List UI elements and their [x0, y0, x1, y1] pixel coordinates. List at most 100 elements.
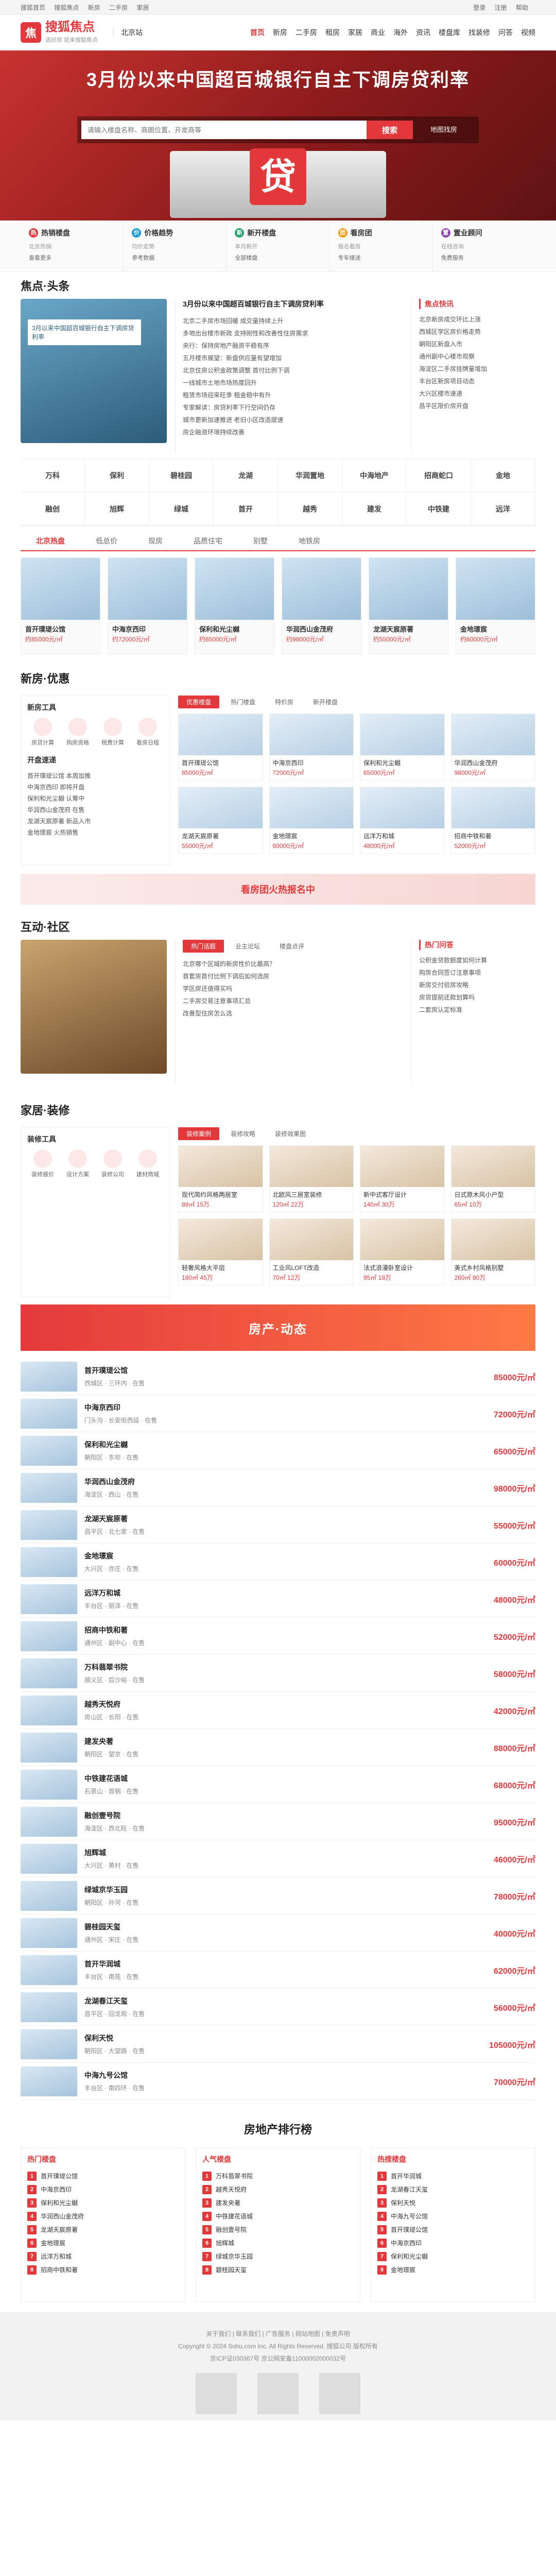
- listing-row[interactable]: 首开华润城 丰台区 · 南苑 · 在售 62000元/㎡: [21, 1952, 535, 1989]
- case-card[interactable]: 美式乡村风格别墅 260㎡ 80万: [450, 1218, 535, 1285]
- city-selector[interactable]: 北京站: [113, 27, 143, 38]
- rank-item[interactable]: 8 招商中铁和著: [27, 2263, 179, 2277]
- subtab[interactable]: 特价房: [267, 696, 302, 708]
- listing-row[interactable]: 旭辉城 大兴区 · 黄村 · 在售 46000元/㎡: [21, 1840, 535, 1877]
- topic-item[interactable]: 学区房还值得买吗: [183, 982, 404, 995]
- case-card[interactable]: 工业风LOFT改造 70㎡ 12万: [269, 1218, 354, 1285]
- news-cover-image[interactable]: 3月以来中国超百城银行自主下调房贷利率: [21, 299, 167, 443]
- stat-card[interactable]: 团看房团 报名看房 专车接送: [330, 221, 433, 272]
- launch-item[interactable]: 金地璟宸 火热销售: [27, 827, 163, 838]
- property-card[interactable]: 保利和光尘樾 约65000元/㎡: [195, 557, 274, 654]
- brand-logo[interactable]: 旭辉: [85, 493, 149, 526]
- tool-design[interactable]: 设计方案: [62, 1149, 93, 1178]
- listing-card[interactable]: 首开璞瑅公馆 85000元/㎡: [178, 714, 263, 781]
- launch-item[interactable]: 龙湖天宸原著 新品入市: [27, 816, 163, 827]
- rank-item[interactable]: 7 绿城京华玉园: [202, 2250, 354, 2263]
- topic-item[interactable]: 北京哪个区域的新房性价比最高？: [183, 958, 404, 970]
- subtab[interactable]: 热门楼盘: [222, 696, 264, 708]
- flash-item[interactable]: 朝阳区新盘入市: [419, 338, 535, 350]
- listing-row[interactable]: 中海九号公馆 丰台区 · 南四环 · 在售 70000元/㎡: [21, 2063, 535, 2100]
- launch-item[interactable]: 中海京西印 即将开盘: [27, 782, 163, 793]
- subtab[interactable]: 优惠楼盘: [178, 696, 220, 708]
- nav-item[interactable]: 商业: [371, 27, 385, 38]
- rank-item[interactable]: 6 中海京西印: [377, 2236, 529, 2250]
- brand-logo[interactable]: 融创: [21, 493, 85, 526]
- map-search-button[interactable]: 地图找房: [413, 121, 475, 139]
- nav-item[interactable]: 新房: [273, 27, 287, 38]
- property-card[interactable]: 龙湖天宸原著 约55000元/㎡: [369, 557, 448, 654]
- nav-item[interactable]: 海外: [393, 27, 408, 38]
- listing-row[interactable]: 华润西山金茂府 海淀区 · 西山 · 在售 98000元/㎡: [21, 1469, 535, 1506]
- brand-logo[interactable]: 中铁建: [407, 493, 471, 526]
- subtab[interactable]: 业主论坛: [227, 940, 268, 953]
- flash-item[interactable]: 海淀区二手房挂牌量增加: [419, 363, 535, 375]
- rank-item[interactable]: 2 越秀天悦府: [202, 2183, 354, 2196]
- rank-item[interactable]: 6 旭辉城: [202, 2236, 354, 2250]
- brand-logo[interactable]: 远洋: [471, 493, 535, 526]
- brand-logo[interactable]: 万科: [21, 459, 85, 493]
- rank-item[interactable]: 1 首开华润城: [377, 2170, 529, 2183]
- news-item[interactable]: 北京二手房市场回暖 成交量持续上升: [183, 315, 404, 327]
- news-item[interactable]: 租赁市场迎来旺季 租金稳中有升: [183, 389, 404, 401]
- rank-item[interactable]: 6 金地璟宸: [27, 2236, 179, 2250]
- listing-row[interactable]: 龙湖春江天玺 昌平区 · 回龙观 · 在售 56000元/㎡: [21, 1989, 535, 2026]
- tool-quote[interactable]: 装修报价: [27, 1149, 58, 1178]
- news-item[interactable]: 多地出台楼市新政 支持刚性和改善性住房需求: [183, 327, 404, 340]
- tool-tax[interactable]: 税费计算: [97, 718, 128, 747]
- search-button[interactable]: 搜索: [367, 121, 413, 139]
- qa-item[interactable]: 公积金贷款额度如何计算: [419, 954, 535, 967]
- rank-item[interactable]: 5 融创壹号院: [202, 2223, 354, 2236]
- brand-logo[interactable]: 建发: [342, 493, 407, 526]
- footer-links[interactable]: 关于我们 | 联系我们 | 广告服务 | 网站地图 | 免责声明: [21, 2328, 535, 2340]
- listing-row[interactable]: 碧桂园天玺 通州区 · 宋庄 · 在售 40000元/㎡: [21, 1914, 535, 1952]
- dynamics-banner[interactable]: 房产·动态: [21, 1304, 535, 1351]
- rank-item[interactable]: 4 中铁建花语城: [202, 2210, 354, 2223]
- case-card[interactable]: 轻奢风格大平层 180㎡ 45万: [178, 1218, 263, 1285]
- top-link[interactable]: 新房: [88, 4, 100, 11]
- nav-item[interactable]: 租房: [325, 27, 340, 38]
- rank-item[interactable]: 7 远洋万和城: [27, 2250, 179, 2263]
- rank-item[interactable]: 4 华润西山金茂府: [27, 2210, 179, 2223]
- listing-row[interactable]: 保利天悦 朝阳区 · 大望路 · 在售 105000元/㎡: [21, 2026, 535, 2063]
- topic-item[interactable]: 改善型住房怎么选: [183, 1007, 404, 1020]
- property-card[interactable]: 金地璟宸 约60000元/㎡: [456, 557, 535, 654]
- stat-card[interactable]: 新新开楼盘 本月新开 全部楼盘: [227, 221, 330, 272]
- listing-row[interactable]: 越秀天悦府 房山区 · 长阳 · 在售 42000元/㎡: [21, 1692, 535, 1729]
- tab-hot[interactable]: 北京热盘: [21, 531, 80, 550]
- news-item[interactable]: 北京住房公积金政策调整 首付比例下调: [183, 364, 404, 377]
- listing-row[interactable]: 远洋万和城 丰台区 · 丽泽 · 在售 48000元/㎡: [21, 1581, 535, 1618]
- stat-card[interactable]: 置置业顾问 在线咨询 免费服务: [433, 221, 535, 272]
- stat-card[interactable]: 价价格趋势 均价走势 参考数据: [124, 221, 227, 272]
- subtab[interactable]: 热门话题: [183, 940, 224, 953]
- stat-card[interactable]: 热热销楼盘 北京热销 查看更多: [21, 221, 124, 272]
- nav-item[interactable]: 家居: [348, 27, 362, 38]
- qa-item[interactable]: 新房交付验房攻略: [419, 979, 535, 991]
- listing-row[interactable]: 招商中铁和著 通州区 · 副中心 · 在售 52000元/㎡: [21, 1618, 535, 1655]
- top-link[interactable]: 搜狐首页: [21, 4, 45, 11]
- news-item[interactable]: 专家解读：房贷利率下行空间仍存: [183, 401, 404, 414]
- topic-item[interactable]: 二手房交易注意事项汇总: [183, 995, 404, 1007]
- rank-item[interactable]: 1 首开璞瑅公馆: [27, 2170, 179, 2183]
- brand-logo[interactable]: 绿城: [149, 493, 214, 526]
- nav-item[interactable]: 二手房: [296, 27, 317, 38]
- brand-logo[interactable]: 中海地产: [342, 459, 407, 493]
- listing-row[interactable]: 融创壹号院 海淀区 · 西北旺 · 在售 95000元/㎡: [21, 1803, 535, 1840]
- community-image[interactable]: [21, 940, 167, 1074]
- flash-item[interactable]: 西城区学区房价格走势: [419, 326, 535, 338]
- news-item[interactable]: 房企融资环境持续改善: [183, 426, 404, 438]
- rank-item[interactable]: 3 建发央著: [202, 2196, 354, 2210]
- register-link[interactable]: 注册: [495, 4, 507, 11]
- news-item[interactable]: 一线城市土地市场热度回升: [183, 377, 404, 389]
- help-link[interactable]: 帮助: [516, 4, 528, 11]
- nav-item[interactable]: 找装修: [468, 27, 490, 38]
- listing-card[interactable]: 金地璟宸 60000元/㎡: [269, 787, 354, 854]
- logo[interactable]: 焦 搜狐焦点 选好房 就来搜狐焦点: [21, 21, 98, 44]
- case-card[interactable]: 新中式客厅设计 140㎡ 30万: [360, 1145, 445, 1212]
- tool-mortgage[interactable]: 房贷计算: [27, 718, 58, 747]
- tool-mall[interactable]: 建材商城: [132, 1149, 163, 1178]
- rank-item[interactable]: 5 首开璞瑅公馆: [377, 2223, 529, 2236]
- nav-item-home[interactable]: 首页: [250, 27, 265, 38]
- login-link[interactable]: 登录: [473, 4, 485, 11]
- nav-item[interactable]: 视频: [521, 27, 535, 38]
- listing-row[interactable]: 中海京西印 门头沟 · 长安街西延 · 在售 72000元/㎡: [21, 1395, 535, 1432]
